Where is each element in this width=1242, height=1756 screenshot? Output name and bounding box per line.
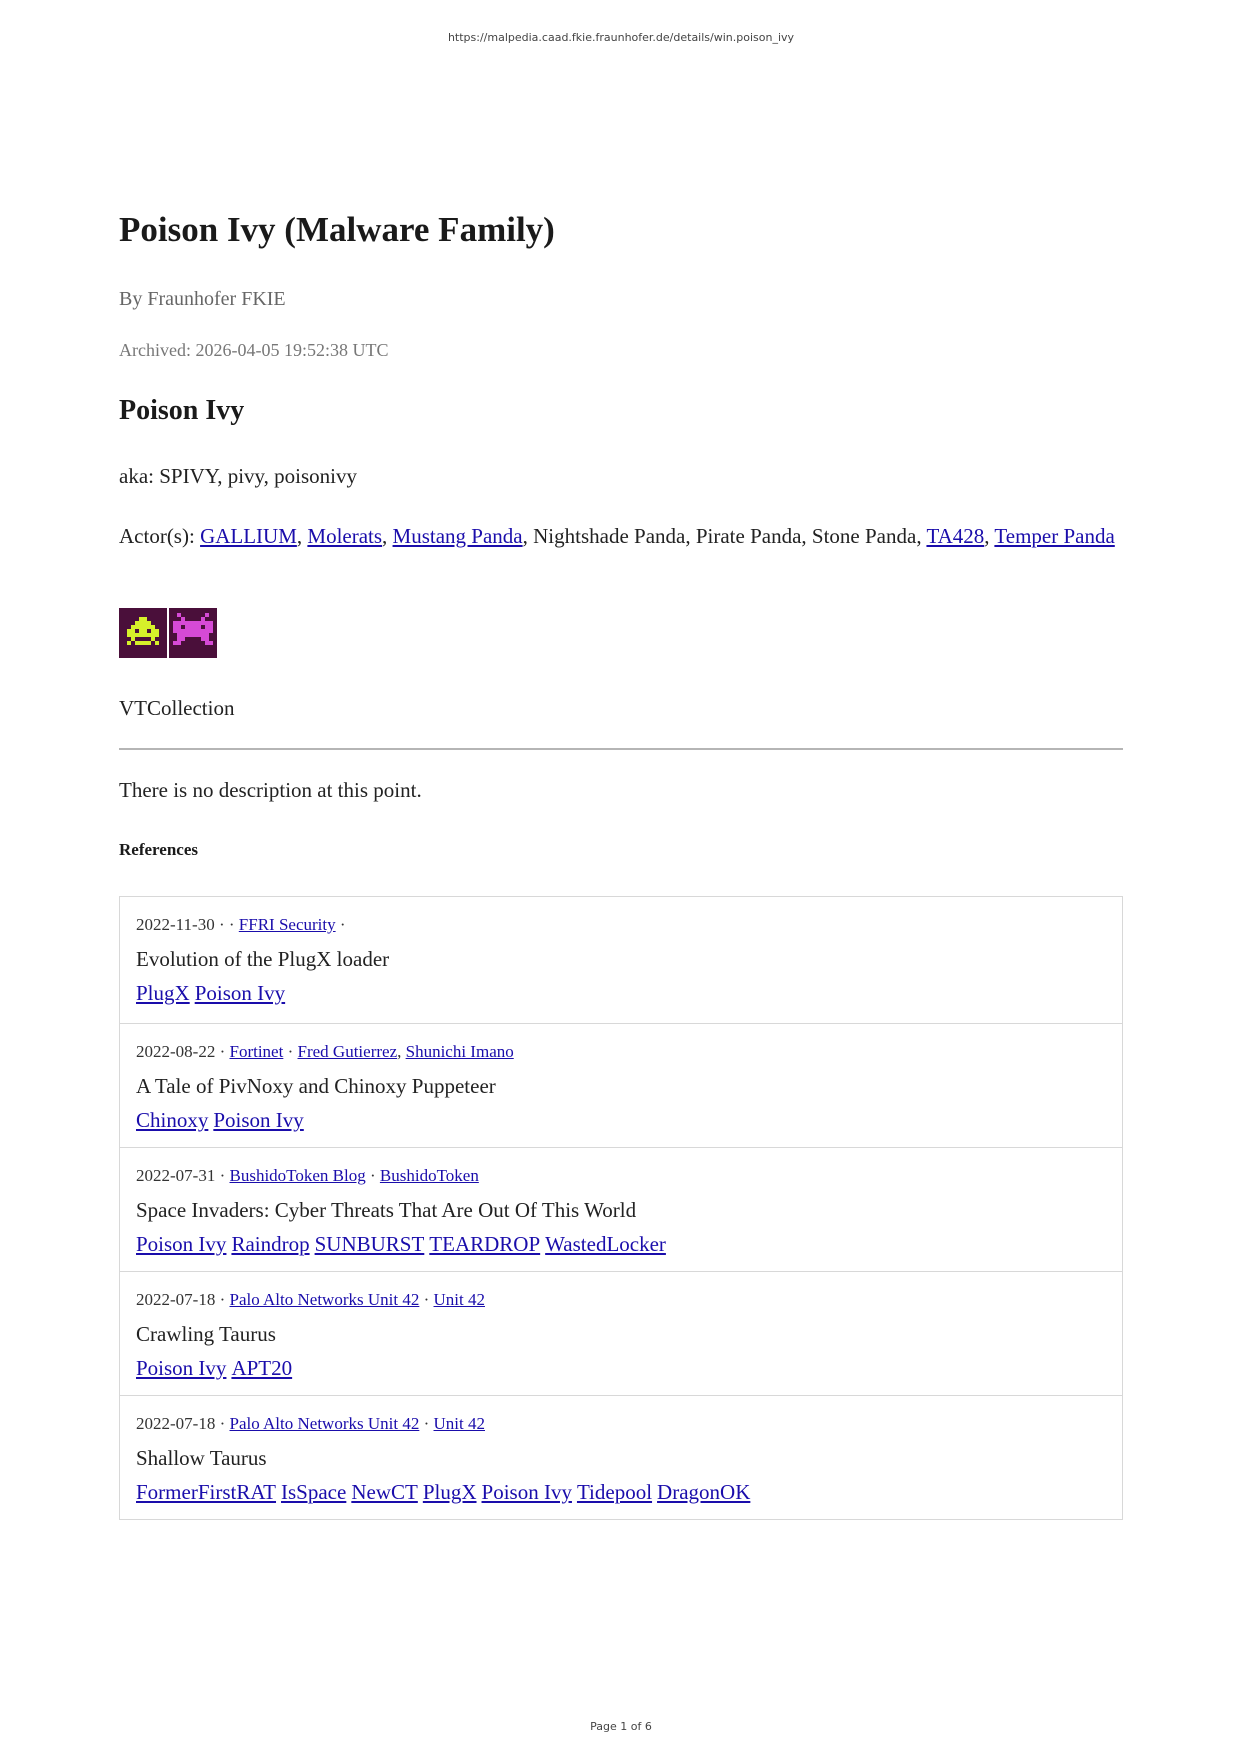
reference-title: A Tale of PivNoxy and Chinoxy Puppeteer (136, 1074, 496, 1098)
reference-meta: 2022-07-18 · Palo Alto Networks Unit 42 … (136, 1290, 485, 1309)
reference-date: 2022-11-30 (136, 915, 215, 934)
reference-tags: Chinoxy Poison Ivy (136, 1108, 1122, 1132)
page-title: Poison Ivy (Malware Family) (119, 210, 555, 249)
references-heading: References (119, 840, 198, 859)
references-table: 2022-11-30 · · FFRI Security · Evolution … (119, 896, 1123, 1520)
space-invader-pink-icon (169, 608, 217, 658)
actor-name: Pirate Panda (695, 524, 802, 548)
reference-tag-link[interactable]: FormerFirstRAT (136, 1480, 276, 1504)
page-number: Page 1 of 6 (590, 1720, 652, 1733)
actor-name: Nightshade Panda (533, 524, 686, 548)
description-text: There is no description at this point. (119, 778, 422, 802)
reference-meta: 2022-07-18 · Palo Alto Networks Unit 42 … (136, 1414, 485, 1433)
reference-tag-link[interactable]: SUNBURST (315, 1232, 425, 1256)
actor-link[interactable]: Temper Panda (994, 524, 1114, 548)
reference-tags: Poison Ivy Raindrop SUNBURST TEARDROP Wasted… (136, 1232, 1122, 1256)
actor-link[interactable]: TA428 (926, 524, 984, 548)
reference-row: 2022-07-18 · Palo Alto Networks Unit 42 … (120, 1271, 1122, 1395)
badges (119, 608, 217, 658)
family-name-heading: Poison Ivy (119, 395, 245, 426)
reference-date: 2022-07-18 (136, 1290, 216, 1309)
byline: By Fraunhofer FKIE (119, 288, 286, 310)
reference-author-link[interactable]: BushidoToken (380, 1166, 479, 1185)
reference-tag-link[interactable]: Poison Ivy (195, 981, 285, 1005)
reference-meta: 2022-08-22 · Fortinet · Fred Gutierrez, … (136, 1042, 514, 1061)
reference-tag-link[interactable]: Chinoxy (136, 1108, 208, 1132)
reference-tag-link[interactable]: Poison Ivy (136, 1232, 226, 1256)
reference-row: 2022-07-18 · Palo Alto Networks Unit 42 … (120, 1395, 1122, 1519)
reference-title: Shallow Taurus (136, 1446, 267, 1470)
reference-org-link[interactable]: Palo Alto Networks Unit 42 (230, 1414, 420, 1433)
archived-timestamp: Archived: 2026-04-05 19:52:38 UTC (119, 340, 389, 360)
reference-author-link[interactable]: Unit 42 (434, 1290, 485, 1309)
reference-tag-link[interactable]: APT20 (231, 1356, 292, 1380)
reference-title: Evolution of the PlugX loader (136, 947, 390, 971)
reference-row: 2022-07-31 · BushidoToken Blog · Bushido… (120, 1147, 1122, 1271)
reference-org-link[interactable]: Fortinet (230, 1042, 284, 1061)
reference-tag-link[interactable]: Raindrop (231, 1232, 309, 1256)
reference-date: 2022-08-22 (136, 1042, 216, 1061)
actors-list: GALLIUM, Molerats, Mustang Panda, Nights… (200, 524, 1115, 548)
reference-tag-link[interactable]: NewCT (351, 1480, 418, 1504)
reference-tag-link[interactable]: Tidepool (577, 1480, 652, 1504)
reference-tag-link[interactable]: TEARDROP (429, 1232, 540, 1256)
actor-link[interactable]: Mustang Panda (393, 524, 523, 548)
divider (119, 748, 1123, 750)
reference-tags: FormerFirstRAT IsSpace NewCT PlugX Poison Iv… (136, 1480, 1122, 1504)
reference-tag-link[interactable]: Poison Ivy (482, 1480, 572, 1504)
reference-tag-link[interactable]: IsSpace (281, 1480, 346, 1504)
reference-tag-link[interactable]: DragonOK (657, 1480, 750, 1504)
aka-line: aka: SPIVY, pivy, poisonivy (119, 464, 358, 488)
reference-title: Crawling Taurus (136, 1322, 276, 1346)
reference-tags: PlugX Poison Ivy (136, 981, 1122, 1005)
reference-author-link[interactable]: FFRI Security (239, 915, 336, 934)
reference-org-link[interactable]: BushidoToken Blog (230, 1166, 366, 1185)
vtcollection-label: VTCollection (119, 696, 235, 720)
reference-tag-link[interactable]: PlugX (423, 1480, 477, 1504)
reference-date: 2022-07-31 (136, 1166, 216, 1185)
reference-tags: Poison Ivy APT20 (136, 1356, 1122, 1380)
actors-line: Actor(s): GALLIUM, Molerats, Mustang Pan… (119, 519, 1123, 553)
reference-row: 2022-08-22 · Fortinet · Fred Gutierrez, … (120, 1023, 1122, 1147)
space-invader-yellow-icon (119, 608, 167, 658)
reference-row: 2022-11-30 · · FFRI Security · Evolution … (120, 897, 1122, 1023)
reference-author-link[interactable]: Shunichi Imano (406, 1042, 514, 1061)
actor-link[interactable]: GALLIUM (200, 524, 297, 548)
reference-tag-link[interactable]: WastedLocker (545, 1232, 666, 1256)
reference-date: 2022-07-18 (136, 1414, 216, 1433)
reference-tag-link[interactable]: Poison Ivy (213, 1108, 303, 1132)
reference-author-link[interactable]: Fred Gutierrez (298, 1042, 398, 1061)
actors-label: Actor(s): (119, 524, 195, 548)
actor-link[interactable]: Molerats (307, 524, 382, 548)
page-url-header: https://malpedia.caad.fkie.fraunhofer.de… (447, 31, 795, 44)
actor-name: Stone Panda (811, 524, 917, 548)
reference-title: Space Invaders: Cyber Threats That Are O… (136, 1198, 637, 1222)
reference-tag-link[interactable]: PlugX (136, 981, 190, 1005)
reference-org-link[interactable]: Palo Alto Networks Unit 42 (230, 1290, 420, 1309)
reference-meta: 2022-11-30 · · FFRI Security · (136, 915, 346, 934)
reference-tag-link[interactable]: Poison Ivy (136, 1356, 226, 1380)
reference-author-link[interactable]: Unit 42 (434, 1414, 485, 1433)
reference-meta: 2022-07-31 · BushidoToken Blog · Bushido… (136, 1166, 479, 1185)
